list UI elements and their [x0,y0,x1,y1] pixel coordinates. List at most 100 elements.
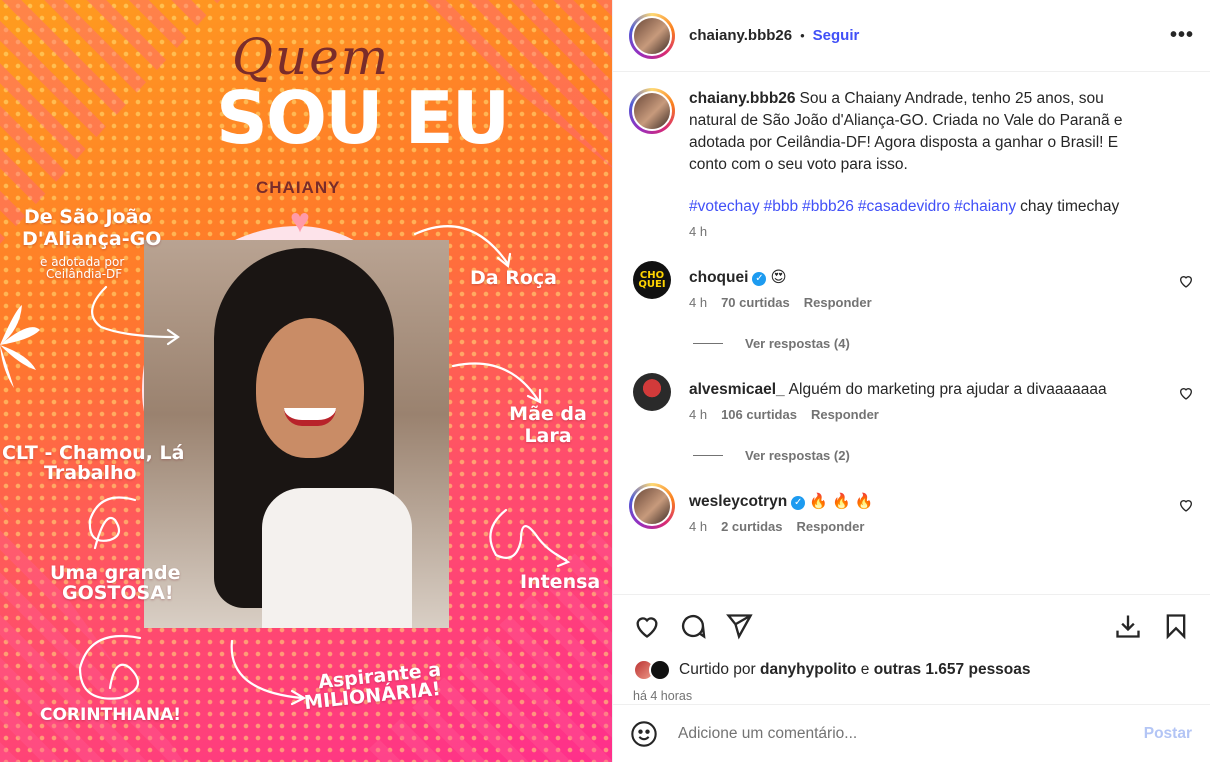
flower-icon [0,305,40,388]
replies-dash [693,455,723,456]
curved-arrow-icon [413,225,512,269]
view-replies-button[interactable]: Ver respostas (2) [693,448,1194,463]
liker-username[interactable]: danyhypolito [760,661,856,679]
commenter-avatar[interactable] [629,483,675,529]
commenter-username[interactable]: alvesmicael_ [689,381,785,398]
comment-item: CHO QUEI choquei ✓ 😍 4 h 70 curtidas Respond… [629,259,1194,310]
avatar-logo-text: CHO QUEI [638,270,666,290]
image-name: CHAIANY [256,178,341,197]
comment-text: Alguém do marketing pra ajudar a divaaaa… [788,381,1107,398]
caption: chaiany.bbb26 Sou a Chaiany Andrade, tenh… [629,88,1194,239]
story-ring[interactable] [629,12,675,59]
share-icon[interactable] [725,612,753,640]
label-origin-2: D'Aliança-GO [22,228,162,250]
bookmark-icon[interactable] [1162,612,1190,640]
label-origin-small-2: Ceilândia-DF [46,267,123,281]
comment-heart-icon[interactable] [1178,273,1194,289]
instagram-post: Quem SOU EU CHAIANY ♥ De São João D'Alia… [0,0,1210,762]
label-clt-2: Trabalho [44,462,137,484]
heart-icon: ♥ [289,202,311,240]
comment-likes[interactable]: 106 curtidas [721,407,797,422]
follow-button[interactable]: Seguir [813,27,860,44]
likes-and: e [860,661,870,678]
loop-arrow-icon [489,508,571,568]
comment-time: 4 h [689,519,708,534]
portrait-top [262,488,412,628]
post-time: há 4 horas [633,689,693,703]
right-actions [1094,612,1190,640]
replies-dash [693,343,723,344]
verified-badge-icon: ✓ [791,496,806,510]
curved-arrow-icon [451,362,542,404]
hashtag-link[interactable]: #chaiany [954,198,1016,215]
comment-time: 4 h [689,407,708,422]
caption-time: 4 h [689,224,708,239]
comment-meta: 4 h 106 curtidas Responder [689,407,1194,422]
commenter-avatar[interactable] [633,373,671,411]
label-corinthiana: CORINTHIANA! [40,705,182,725]
avatar [632,15,672,56]
post-image[interactable]: Quem SOU EU CHAIANY ♥ De São João D'Alia… [0,0,612,762]
commenter-username[interactable]: wesleycotryn [689,493,787,510]
view-replies-label: Ver respostas (2) [745,448,850,463]
caption-text: chaiany.bbb26 Sou a Chaiany Andrade, tenh… [689,88,1149,176]
hashtag-link[interactable]: #casadevidro [858,198,950,215]
comment-input[interactable]: Adicione um comentário... [678,725,1144,743]
reply-button[interactable]: Responder [797,519,865,534]
swirl-icon [78,634,142,700]
hashtag-link[interactable]: #bbb26 [802,198,854,215]
portrait-face [256,318,364,458]
loop-arrow-icon [88,496,137,550]
portrait-photo [144,240,449,628]
commenter-username[interactable]: choquei [689,269,748,286]
reply-button[interactable]: Responder [811,407,879,422]
curved-arrow-icon [230,639,307,706]
comment-heart-icon[interactable] [1178,385,1194,401]
curly-arrow-icon [91,285,180,346]
separator-dot: • [800,28,805,43]
comment-time: 4 h [689,295,708,310]
post-comment-button[interactable]: Postar [1144,725,1192,743]
comment-meta: 4 h 2 curtidas Responder [689,519,1194,534]
emoji-icon[interactable] [630,720,658,748]
hashtag-link[interactable]: #votechay [689,198,760,215]
caption-meta: 4 h [689,224,1194,239]
liker-avatars [633,659,671,681]
avatar [649,659,671,681]
view-replies-label: Ver respostas (4) [745,336,850,351]
more-options-icon[interactable]: ••• [1170,24,1194,47]
likes-summary[interactable]: Curtido por danyhypolito e outras 1.657 … [633,659,1190,681]
likes-prefix: Curtido por [679,661,756,678]
commenter-avatar[interactable]: CHO QUEI [633,261,671,299]
like-icon[interactable] [633,612,661,640]
hashtag-link[interactable]: #bbb [764,198,798,215]
caption-avatar[interactable] [629,88,675,134]
action-icons [633,611,1190,641]
comment-text: 🔥 🔥 🔥 [809,493,874,510]
comment-item: alvesmicael_ Alguém do marketing pra ajud… [629,371,1194,422]
label-intensa: Intensa [520,571,601,593]
comments-scroll-area[interactable]: chaiany.bbb26 Sou a Chaiany Andrade, tenh… [613,72,1210,594]
view-replies-button[interactable]: Ver respostas (4) [693,336,1194,351]
verified-badge-icon: ✓ [752,272,767,286]
label-origin-1: De São João [24,206,152,228]
post-header: chaiany.bbb26 • Seguir ••• [613,0,1210,72]
avatar [632,486,672,526]
comment-heart-icon[interactable] [1178,497,1194,513]
comment-likes[interactable]: 2 curtidas [721,519,782,534]
hashtags: #votechay #bbb #bbb26 #casadevidro #chaiany c… [689,196,1194,218]
download-icon[interactable] [1114,612,1142,640]
comment-likes[interactable]: 70 curtidas [721,295,790,310]
comment-item: wesleycotryn ✓ 🔥 🔥 🔥 4 h 2 curtidas Responde… [629,483,1194,534]
label-mae: Mãe da Lara [509,403,587,447]
reply-button[interactable]: Responder [804,295,872,310]
comment-icon[interactable] [679,612,707,640]
author-username[interactable]: chaiany.bbb26 [689,27,792,44]
comment-meta: 4 h 70 curtidas Responder [689,295,1194,310]
caption-tail: chay timechay [1020,198,1120,215]
post-sidebar: chaiany.bbb26 • Seguir ••• chaiany.bbb26… [612,0,1210,762]
add-comment-bar: Adicione um comentário... Postar [612,704,1210,762]
avatar [632,91,672,131]
caption-username[interactable]: chaiany.bbb26 [689,90,796,107]
likes-others[interactable]: outras 1.657 pessoas [874,661,1031,679]
